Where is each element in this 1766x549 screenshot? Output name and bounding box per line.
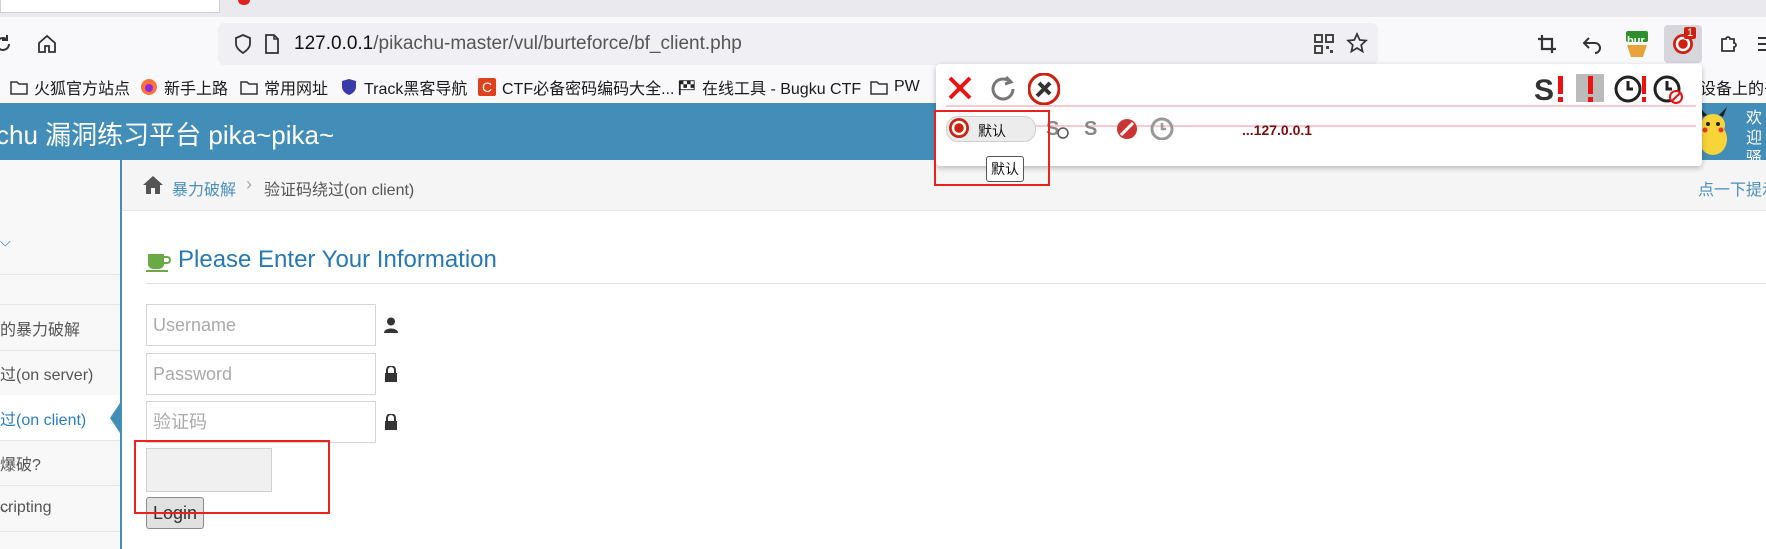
sidebar-item-bruteforce[interactable]: 的暴力破解: [0, 305, 120, 351]
url-host: 127.0.0.1: [294, 33, 374, 54]
extension-active-button[interactable]: 1: [1664, 25, 1702, 63]
c-icon: C: [478, 78, 496, 96]
bookmark-label: Track黑客导航: [364, 81, 468, 98]
tab-indicator-icon: [238, 0, 250, 5]
lock-icon: [384, 365, 398, 382]
refresh-icon[interactable]: [988, 74, 1018, 109]
bookmark-label: PW: [894, 78, 920, 95]
folder-icon: [10, 79, 28, 95]
breadcrumb-separator: ›: [246, 174, 252, 194]
bookmark-overflow[interactable]: 设备上的书: [1700, 75, 1766, 99]
bookmark-label: 新手上路: [164, 81, 229, 98]
block-icon[interactable]: [1116, 118, 1138, 145]
bookmark-label: CTF必备密码编码大全...: [502, 81, 675, 98]
shield-icon: [340, 79, 358, 95]
bookmark-item[interactable]: 火狐官方站点: [10, 75, 130, 99]
chevron-down-icon: ⌵: [0, 499, 11, 516]
svg-text:C: C: [482, 79, 492, 95]
extension-popup: S 默认 S S ...127.0.0.1 默认: [936, 64, 1702, 182]
qr-code-icon[interactable]: [1314, 34, 1334, 59]
undo-arrow-icon[interactable]: [1575, 27, 1609, 61]
bookmark-label: 在线工具 - Bugku CTF: [702, 81, 862, 98]
script-icon[interactable]: S: [1082, 116, 1102, 145]
burp-label: bur: [1627, 35, 1645, 47]
breadcrumb-current: 验证码绕过(on client): [264, 182, 415, 199]
temporary-trust-icon[interactable]: [1150, 116, 1174, 145]
captcha-field[interactable]: [146, 401, 376, 443]
sidebar-item-xss[interactable]: cripting ⌵: [0, 485, 120, 532]
svg-text:S: S: [1534, 74, 1554, 106]
bookmark-item[interactable]: Track黑客导航: [340, 75, 467, 99]
burp-extension-icon[interactable]: bur: [1620, 27, 1654, 61]
sidebar-item-captcha-server[interactable]: 过(on server): [0, 350, 120, 396]
site-title: chu 漏洞练习平台 pika~pika~: [0, 120, 335, 150]
user-icon: [384, 317, 398, 333]
firefox-icon: [140, 79, 158, 95]
password-field[interactable]: [146, 353, 376, 395]
home-icon[interactable]: [30, 27, 64, 61]
form-title: Please Enter Your Information: [178, 246, 497, 273]
bookmark-star-icon[interactable]: [1346, 31, 1368, 59]
folder-icon: [240, 79, 258, 95]
extensions-puzzle-icon[interactable]: [1712, 27, 1746, 61]
sidebar-section-toggle[interactable]: ⌵: [0, 210, 120, 275]
tab-strip: [0, 0, 1766, 17]
site-status-text: ...127.0.0.1: [1242, 122, 1313, 138]
highlight-box-captcha: [134, 440, 330, 514]
highlight-box-toggle: [934, 110, 1050, 186]
browser-tab[interactable]: [0, 0, 220, 13]
sidebar: ⌵ 的暴力破解 过(on server) 过(on client) 爆破? cr…: [0, 160, 122, 549]
sidebar-item-label: 过(on client): [0, 411, 87, 429]
bookmark-item[interactable]: 在线工具 - Bugku CTF: [678, 75, 861, 99]
bookmark-overflow-label: 设备上的书: [1700, 81, 1766, 98]
page-info-icon[interactable]: [264, 34, 280, 59]
screenshot-crop-icon[interactable]: [1530, 27, 1564, 61]
sidebar-item-label: 的暴力破解: [0, 321, 81, 339]
active-indicator: [110, 399, 122, 436]
popup-divider: [946, 105, 1696, 107]
svg-text:S: S: [1084, 118, 1097, 140]
menu-icon[interactable]: [1748, 27, 1766, 61]
title-divider: [146, 283, 1766, 284]
username-field[interactable]: [146, 304, 376, 346]
close-icon[interactable]: [946, 74, 974, 107]
lock-icon: [384, 413, 398, 430]
bookmark-label: 常用网址: [264, 81, 329, 98]
folder-icon: [870, 79, 888, 95]
coffee-cup-icon: [146, 252, 172, 277]
sidebar-item-captcha-client[interactable]: 过(on client): [0, 395, 122, 441]
breadcrumb-link[interactable]: 暴力破解: [172, 176, 236, 200]
navigation-toolbar: 127.0.0.1/pikachu-master/vul/burteforce/…: [0, 17, 1766, 71]
bookmark-item[interactable]: 新手上路: [140, 75, 228, 99]
hint-link[interactable]: 点一下提示: [1698, 176, 1766, 200]
chevron-down-icon: ⌵: [0, 233, 11, 250]
sidebar-item-label: 爆破?: [0, 456, 41, 474]
bookmark-label: 火狐官方站点: [34, 81, 131, 98]
bookmark-item[interactable]: PW: [870, 75, 920, 99]
home-icon[interactable]: [142, 175, 164, 200]
sidebar-item-label: 过(on server): [0, 366, 94, 384]
sidebar-spacer: [0, 274, 120, 305]
extension-badge: 1: [1684, 27, 1697, 39]
bookmark-item[interactable]: C CTF必备密码编码大全...: [478, 75, 674, 99]
url-text[interactable]: 127.0.0.1/pikachu-master/vul/burteforce/…: [294, 33, 742, 55]
url-path: /pikachu-master/vul/burteforce/bf_client…: [373, 33, 742, 54]
bookmark-item[interactable]: 常用网址: [240, 75, 328, 99]
url-bar[interactable]: 127.0.0.1/pikachu-master/vul/burteforce/…: [218, 23, 1378, 65]
sidebar-item-token[interactable]: 爆破?: [0, 440, 120, 486]
reload-icon[interactable]: [0, 27, 20, 61]
flag-icon: [678, 79, 696, 96]
shield-icon[interactable]: [234, 34, 252, 59]
